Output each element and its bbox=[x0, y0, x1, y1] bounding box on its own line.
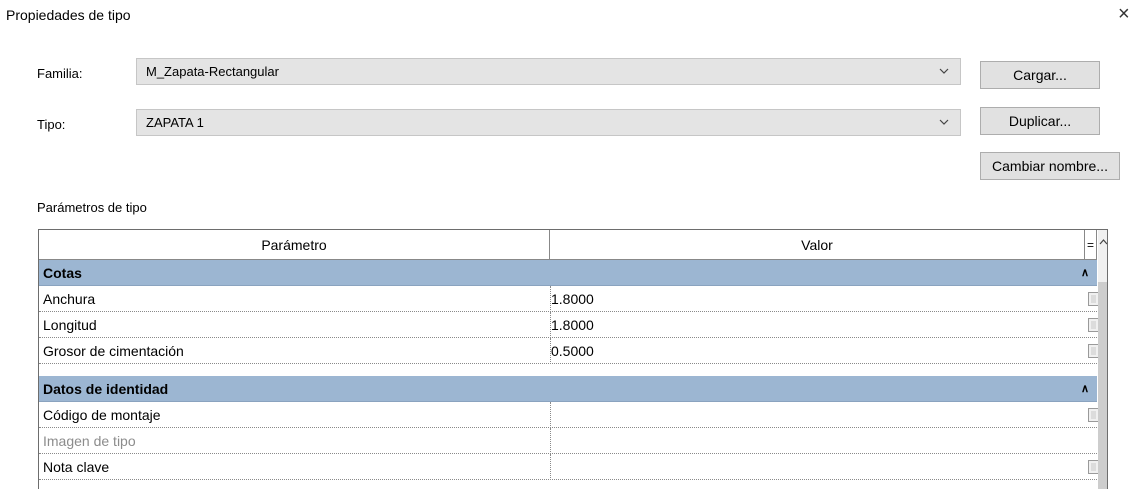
parameter-name: Longitud bbox=[43, 317, 97, 333]
table-row[interactable]: Código de montaje bbox=[39, 402, 1099, 428]
parameter-name: Nota clave bbox=[43, 459, 110, 475]
vertical-scrollbar[interactable] bbox=[1098, 230, 1108, 489]
group-header-identity-data[interactable]: Datos de identidad ∧ bbox=[39, 376, 1097, 402]
parameter-name: Imagen de tipo bbox=[43, 433, 136, 449]
type-parameters-label: Parámetros de tipo bbox=[37, 200, 147, 215]
column-header-formula[interactable]: = bbox=[1085, 230, 1097, 260]
scroll-up-icon[interactable] bbox=[1098, 235, 1108, 249]
scrollbar-thumb[interactable] bbox=[1098, 282, 1107, 489]
close-icon[interactable]: × bbox=[1118, 2, 1130, 26]
chevron-down-icon bbox=[939, 68, 949, 74]
family-value: M_Zapata-Rectangular bbox=[146, 64, 279, 79]
parameter-value[interactable]: 1.8000 bbox=[551, 286, 594, 312]
chevron-down-icon bbox=[939, 119, 949, 125]
family-dropdown[interactable]: M_Zapata-Rectangular bbox=[136, 58, 961, 85]
collapse-icon[interactable]: ∧ bbox=[1081, 260, 1089, 286]
parameter-value[interactable]: 1.8000 bbox=[551, 312, 594, 338]
family-label: Familia: bbox=[37, 66, 83, 81]
parameters-table: Parámetro Valor = Cotas ∧ Anchura 1.8000… bbox=[38, 229, 1108, 489]
parameter-name: Grosor de cimentación bbox=[43, 343, 184, 359]
table-row[interactable]: Nota clave bbox=[39, 454, 1099, 480]
parameter-name: Anchura bbox=[43, 291, 96, 307]
load-button[interactable]: Cargar... bbox=[980, 61, 1100, 89]
type-label: Tipo: bbox=[37, 117, 66, 132]
type-dropdown[interactable]: ZAPATA 1 bbox=[136, 109, 961, 136]
parameter-value[interactable]: 0.5000 bbox=[551, 338, 594, 364]
table-row[interactable]: Imagen de tipo bbox=[39, 428, 1097, 454]
duplicate-button[interactable]: Duplicar... bbox=[980, 107, 1100, 135]
collapse-icon[interactable]: ∧ bbox=[1081, 376, 1089, 402]
group-name: Cotas bbox=[43, 265, 82, 281]
table-row[interactable]: Anchura 1.8000 bbox=[39, 286, 1099, 312]
parameter-name: Código de montaje bbox=[43, 407, 161, 423]
group-header-cotas[interactable]: Cotas ∧ bbox=[39, 260, 1097, 286]
column-header-value[interactable]: Valor bbox=[550, 230, 1085, 260]
table-row[interactable]: Grosor de cimentación 0.5000 bbox=[39, 338, 1099, 364]
rename-button[interactable]: Cambiar nombre... bbox=[980, 152, 1120, 180]
window-title: Propiedades de tipo bbox=[6, 7, 131, 23]
type-value: ZAPATA 1 bbox=[146, 115, 204, 130]
table-row[interactable]: Longitud 1.8000 bbox=[39, 312, 1099, 338]
group-name: Datos de identidad bbox=[43, 381, 169, 397]
column-header-parameter[interactable]: Parámetro bbox=[39, 230, 550, 260]
